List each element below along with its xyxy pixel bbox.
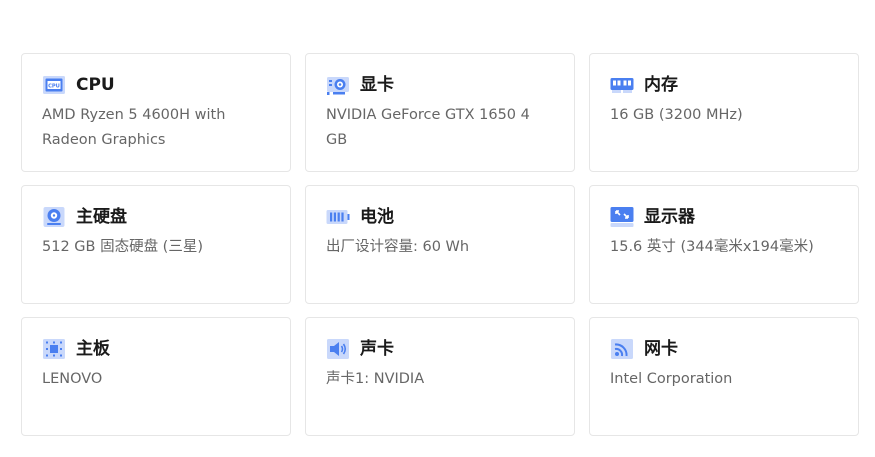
card-header: 显示器 [610,205,838,229]
card-value: 15.6 英寸 (344毫米x194毫米) [610,239,814,255]
motherboard-icon [42,338,66,360]
card-title: 主硬盘 [76,207,127,227]
card-value: 声卡1: NVIDIA [326,371,425,387]
card-title: 网卡 [644,339,678,359]
battery-icon [326,206,350,228]
card-title: 显示器 [644,207,695,227]
card-header: 主硬盘 [42,205,270,229]
card-header: 网卡 [610,337,838,361]
card-header: 主板 [42,337,270,361]
svg-text:CPU: CPU [48,83,60,89]
memory-icon [610,74,634,96]
card-sound-card: 声卡 声卡1: NVIDIA [305,317,575,436]
speaker-icon [326,338,350,360]
card-memory: 内存 16 GB (3200 MHz) [589,53,859,172]
card-value: Intel Corporation [610,371,733,387]
card-monitor: 显示器 15.6 英寸 (344毫米x194毫米) [589,185,859,304]
card-title: 声卡 [360,339,394,359]
card-motherboard: 主板 LENOVO [21,317,291,436]
cpu-icon: CPU [42,74,66,96]
card-value: AMD Ryzen 5 4600H with Radeon Graphics [42,107,226,148]
card-title: CPU [76,75,115,95]
hard-disk-icon [42,206,66,228]
card-value: NVIDIA GeForce GTX 1650 4 GB [326,107,530,148]
card-title: 主板 [76,339,110,359]
card-header: 显卡 [326,73,554,97]
card-header: CPU CPU [42,73,270,97]
card-battery: 电池 出厂设计容量: 60 Wh [305,185,575,304]
monitor-icon [610,206,634,228]
card-gpu: 显卡 NVIDIA GeForce GTX 1650 4 GB [305,53,575,172]
card-title: 内存 [644,75,678,95]
card-value: LENOVO [42,371,103,387]
hardware-info-grid: CPU CPU AMD Ryzen 5 4600H with Radeon Gr… [21,53,859,436]
card-value: 出厂设计容量: 60 Wh [326,239,470,255]
card-title: 显卡 [360,75,394,95]
card-value: 512 GB 固态硬盘 (三星) [42,239,204,255]
card-value: 16 GB (3200 MHz) [610,107,743,123]
gpu-icon [326,74,350,96]
card-hard-disk: 主硬盘 512 GB 固态硬盘 (三星) [21,185,291,304]
card-network-card: 网卡 Intel Corporation [589,317,859,436]
card-cpu: CPU CPU AMD Ryzen 5 4600H with Radeon Gr… [21,53,291,172]
card-title: 电池 [360,207,394,227]
network-icon [610,338,634,360]
card-header: 内存 [610,73,838,97]
card-header: 电池 [326,205,554,229]
card-header: 声卡 [326,337,554,361]
